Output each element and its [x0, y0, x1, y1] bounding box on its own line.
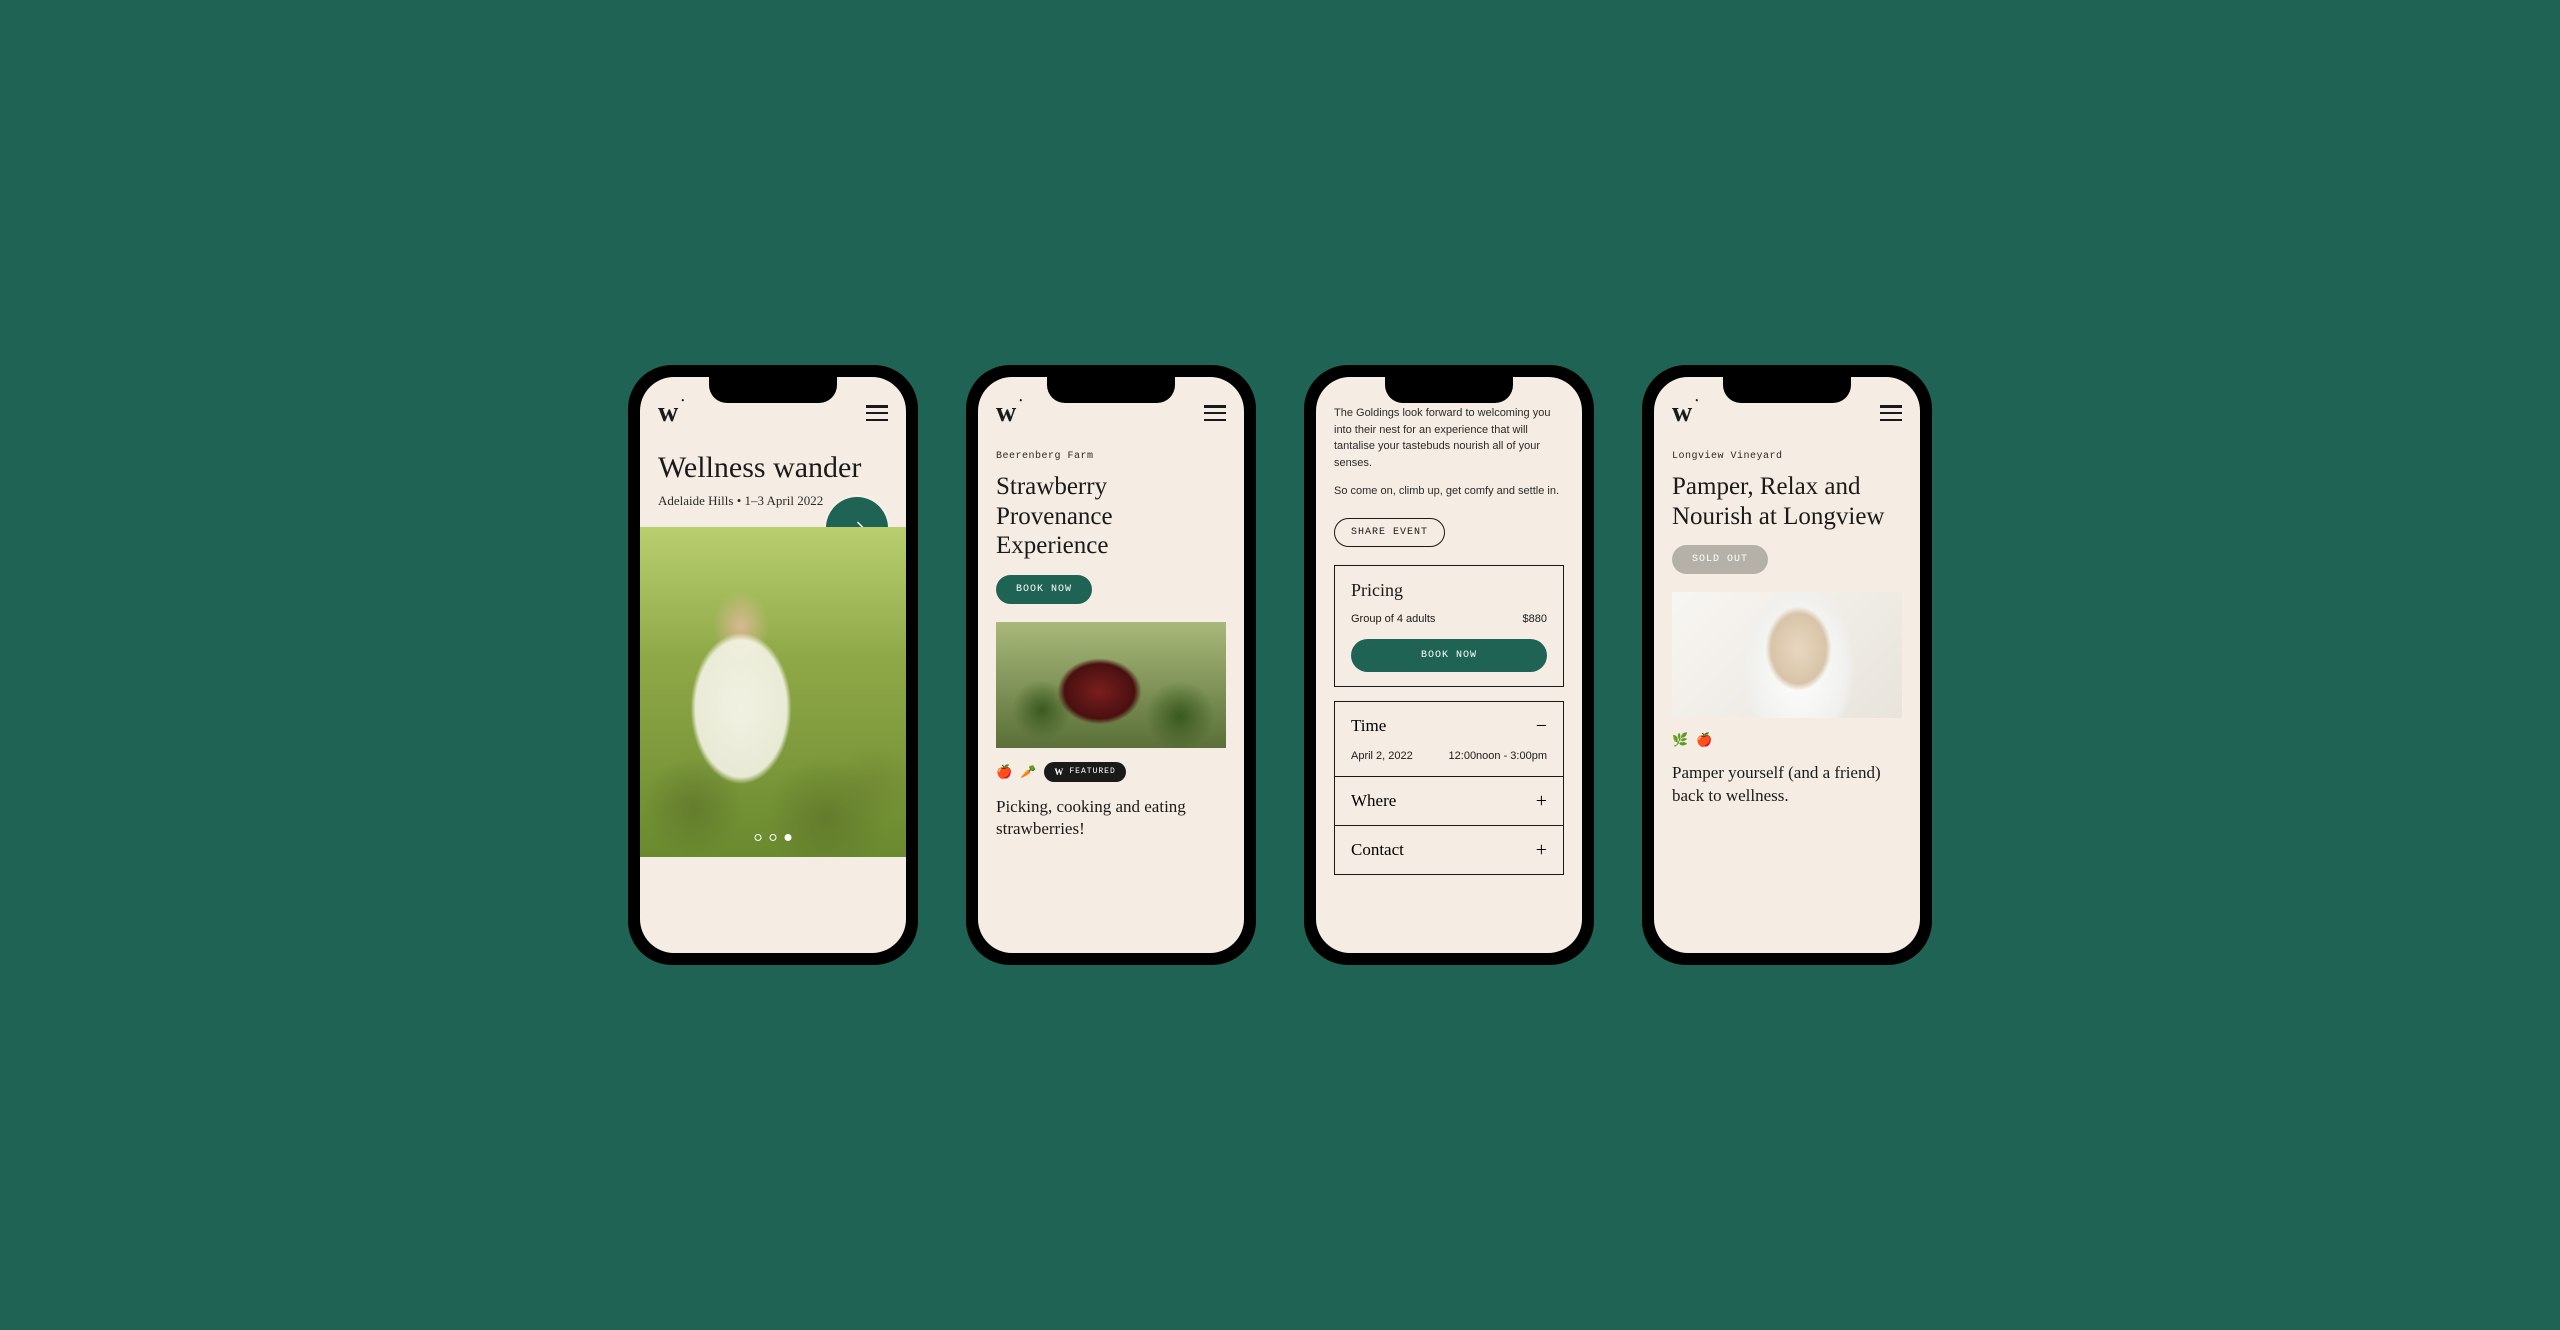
hero-carousel[interactable] [640, 527, 906, 857]
event-description: Picking, cooking and eating strawberries… [996, 796, 1226, 842]
sold-out-button: SOLD OUT [1672, 545, 1768, 574]
tag-row: 🍎 🥕 FEATURED [996, 762, 1226, 782]
phone-mockup-4: w• Longview Vineyard Pamper, Relax and N… [1642, 365, 1932, 965]
pricing-panel: Pricing Group of 4 adults $880 BOOK NOW [1334, 565, 1564, 687]
event-title: Strawberry Provenance Experience [996, 472, 1226, 561]
screen-event-detail: w• Beerenberg Farm Strawberry Provenance… [978, 377, 1244, 953]
accordion-title: Time [1351, 716, 1386, 736]
accordion-time: Time − April 2, 2022 12:00noon - 3:00pm [1334, 701, 1564, 777]
accordion-body-time: April 2, 2022 12:00noon - 3:00pm [1335, 750, 1563, 776]
phone-mockup-2: w• Beerenberg Farm Strawberry Provenance… [966, 365, 1256, 965]
brand-logo[interactable]: w• [996, 399, 1014, 427]
phone-notch [1723, 377, 1851, 403]
featured-badge: FEATURED [1044, 762, 1125, 782]
carousel-dot-active[interactable] [785, 834, 792, 841]
screen-event-soldout: w• Longview Vineyard Pamper, Relax and N… [1654, 377, 1920, 953]
hero-image [640, 527, 906, 857]
accordion-where: Where + [1334, 777, 1564, 826]
intro-paragraph: The Goldings look forward to welcoming y… [1334, 405, 1564, 471]
menu-icon[interactable] [866, 405, 888, 421]
accordion-toggle-contact[interactable]: Contact + [1335, 826, 1563, 874]
screen-home: w• Wellness wander Adelaide Hills • 1–3 … [640, 377, 906, 953]
leaf-icon: 🌿 [1672, 732, 1688, 748]
pricing-heading: Pricing [1351, 580, 1547, 601]
accordion-title: Where [1351, 791, 1396, 811]
plus-icon: + [1536, 791, 1547, 811]
page-title: Wellness wander [658, 451, 888, 485]
intro-paragraph: So come on, climb up, get comfy and sett… [1334, 483, 1564, 500]
carousel-dot[interactable] [755, 834, 762, 841]
apple-icon: 🍎 [996, 764, 1012, 780]
share-event-button[interactable]: SHARE EVENT [1334, 518, 1445, 547]
minus-icon: − [1536, 716, 1547, 736]
phone-notch [1385, 377, 1513, 403]
book-now-button[interactable]: BOOK NOW [1351, 639, 1547, 672]
accordion-title: Contact [1351, 840, 1404, 860]
carousel-dot[interactable] [770, 834, 777, 841]
screen-event-booking: The Goldings look forward to welcoming y… [1316, 377, 1582, 953]
event-date: April 2, 2022 [1351, 750, 1413, 762]
menu-icon[interactable] [1204, 405, 1226, 421]
event-description: Pamper yourself (and a friend) back to w… [1672, 762, 1902, 808]
event-image [1672, 592, 1902, 718]
phone-notch [1047, 377, 1175, 403]
pricing-value: $880 [1523, 613, 1547, 625]
brand-logo[interactable]: w• [1672, 399, 1690, 427]
apple-icon: 🍎 [1696, 732, 1712, 748]
carrot-icon: 🥕 [1020, 764, 1036, 780]
event-hours: 12:00noon - 3:00pm [1449, 750, 1547, 762]
carousel-dots[interactable] [755, 834, 792, 841]
event-title: Pamper, Relax and Nourish at Longview [1672, 472, 1902, 531]
pricing-label: Group of 4 adults [1351, 613, 1435, 625]
tag-row: 🌿 🍎 [1672, 732, 1902, 748]
event-image [996, 622, 1226, 748]
phone-notch [709, 377, 837, 403]
accordion-toggle-where[interactable]: Where + [1335, 777, 1563, 825]
venue-eyebrow: Longview Vineyard [1672, 451, 1902, 462]
accordion-contact: Contact + [1334, 826, 1564, 875]
accordion-toggle-time[interactable]: Time − [1335, 702, 1563, 750]
brand-logo[interactable]: w• [658, 399, 676, 427]
phone-mockup-1: w• Wellness wander Adelaide Hills • 1–3 … [628, 365, 918, 965]
menu-icon[interactable] [1880, 405, 1902, 421]
venue-eyebrow: Beerenberg Farm [996, 451, 1226, 462]
phone-mockup-3: The Goldings look forward to welcoming y… [1304, 365, 1594, 965]
book-now-button[interactable]: BOOK NOW [996, 575, 1092, 604]
plus-icon: + [1536, 840, 1547, 860]
